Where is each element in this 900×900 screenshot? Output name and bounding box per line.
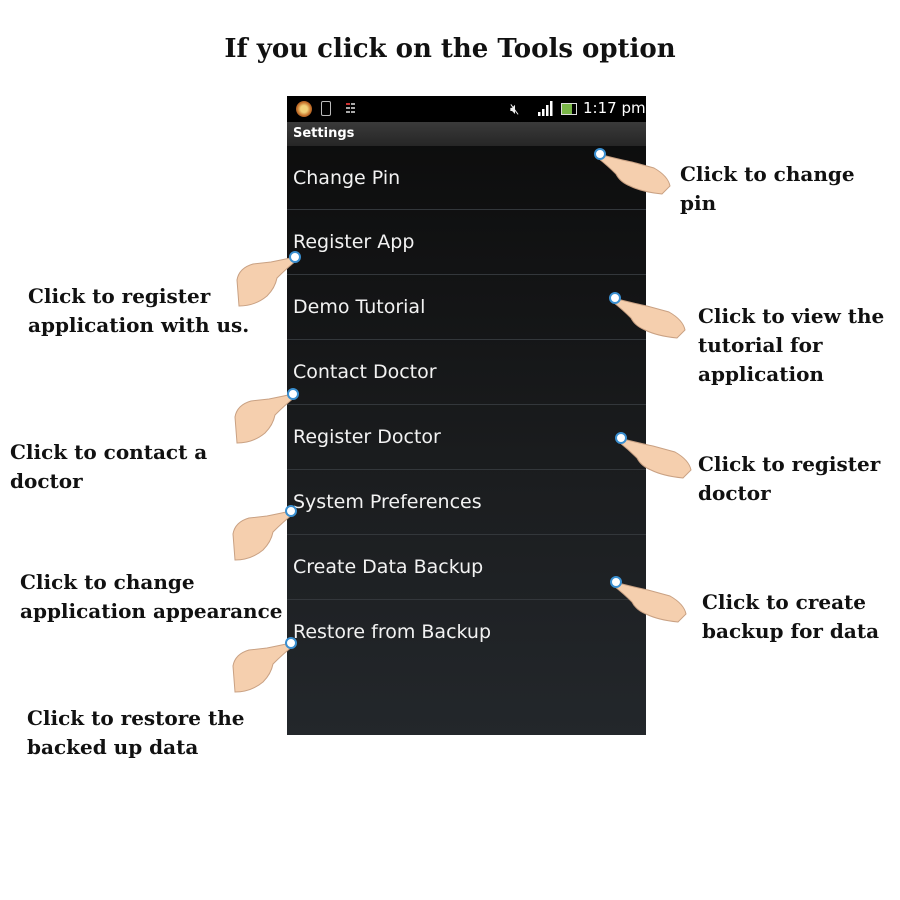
menu-item-register-doctor[interactable]: Register Doctor	[287, 405, 646, 470]
signal-data-icon	[346, 103, 355, 113]
menu-item-register-app[interactable]: Register App	[287, 210, 646, 275]
phone-icon	[321, 101, 331, 116]
pointing-hand-icon	[236, 251, 301, 307]
page-title: If you click on the Tools option	[224, 34, 676, 64]
mute-icon: 🔇︎	[510, 100, 520, 118]
pointing-hand-icon	[609, 292, 686, 339]
battery-icon	[561, 103, 577, 115]
pointing-hand-icon	[232, 637, 297, 693]
status-bar: 🔇︎ 1:17 pm	[287, 96, 646, 122]
pointing-hand-icon	[234, 388, 299, 444]
callout-restore-backup: Click to restore the backed up data	[27, 706, 245, 759]
callout-demo-tutorial: Click to view the tutorial for applicati…	[698, 304, 885, 386]
pointing-hand-icon	[594, 148, 671, 195]
callout-system-preferences: Click to change application appearance	[20, 570, 283, 623]
callout-contact-doctor: Click to contact a doctor	[10, 440, 208, 493]
settings-header: Settings	[287, 122, 646, 146]
pointing-hand-icon	[232, 505, 297, 561]
status-time: 1:17 pm	[583, 99, 646, 117]
menu-item-restore-from-backup[interactable]: Restore from Backup	[287, 600, 646, 665]
callout-create-backup: Click to create backup for data	[702, 590, 880, 643]
callout-register-doctor: Click to register doctor	[698, 452, 881, 505]
signal-bars-icon	[538, 101, 553, 116]
menu-item-demo-tutorial[interactable]: Demo Tutorial	[287, 275, 646, 340]
pointing-hand-icon	[615, 432, 692, 479]
pointing-hand-icon	[610, 576, 687, 623]
menu-item-system-preferences[interactable]: System Preferences	[287, 470, 646, 535]
menu-item-contact-doctor[interactable]: Contact Doctor	[287, 340, 646, 405]
menu-item-create-data-backup[interactable]: Create Data Backup	[287, 535, 646, 600]
settings-menu: Change Pin Register App Demo Tutorial Co…	[287, 146, 646, 665]
callout-register-app: Click to register application with us.	[28, 284, 250, 337]
app-notification-icon	[296, 101, 312, 117]
callout-change-pin: Click to change pin	[680, 162, 855, 215]
